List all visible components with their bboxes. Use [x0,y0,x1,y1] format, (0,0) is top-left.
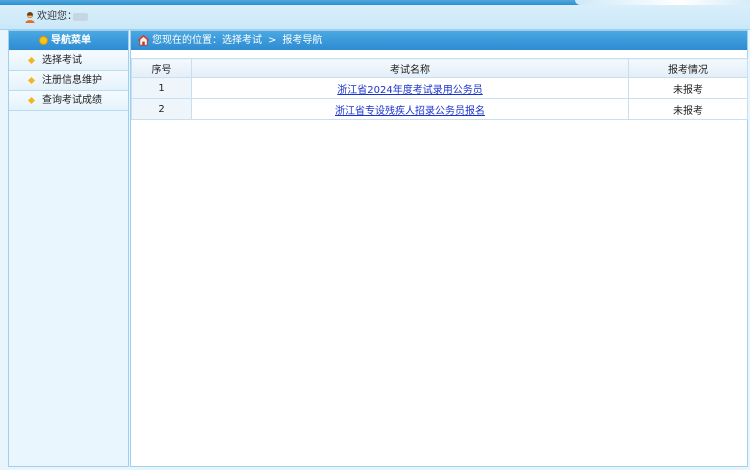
bullet-icon [27,96,36,105]
nav-menu-title: 导航菜单 [51,35,91,46]
row-index: 1 [131,77,192,99]
table-row: 1 浙江省2024年度考试录用公务员 未报考 [131,77,748,99]
breadcrumb-item-exam-nav: 报考导航 [282,35,323,46]
sidebar-item-label: 查询考试成绩 [42,95,102,106]
home-icon [138,35,149,46]
sidebar-item-exam-scores[interactable]: 查询考试成绩 [9,91,128,111]
row-index: 2 [131,98,192,120]
column-header-status: 报考情况 [628,58,748,78]
exam-link[interactable]: 浙江省2024年度考试录用公务员 [337,85,482,96]
user-icon [25,11,35,23]
welcome-label: 欢迎您： [37,11,77,22]
breadcrumb-separator: > [268,35,277,46]
table-header-row: 序号 考试名称 报考情况 [131,58,748,78]
exam-link[interactable]: 浙江省专设残疾人招录公务员报名 [335,106,485,117]
main-panel: 您现在的位置：选择考试 > 报考导航 序号 考试名称 报考情况 1 浙江省2024年… [130,30,748,467]
registration-status: 未报考 [628,77,748,99]
welcome-bar: 欢迎您： [0,5,750,30]
exam-name-cell: 浙江省2024年度考试录用公务员 [191,77,629,99]
sidebar-item-select-exam[interactable]: 选择考试 [9,51,128,71]
menu-icon [39,36,48,45]
table-row: 2 浙江省专设残疾人招录公务员报名 未报考 [131,98,748,120]
registration-status: 未报考 [628,98,748,120]
welcome-username-redacted [73,13,88,21]
breadcrumb-item-select-exam[interactable]: 选择考试 [222,35,262,46]
sidebar-item-registration-info[interactable]: 注册信息维护 [9,71,128,91]
column-header-index: 序号 [131,58,192,78]
exam-table: 序号 考试名称 报考情况 1 浙江省2024年度考试录用公务员 未报考 2 浙江… [131,58,748,120]
sidebar-item-label: 注册信息维护 [42,75,102,86]
sidebar-item-label: 选择考试 [42,55,82,66]
exam-name-cell: 浙江省专设残疾人招录公务员报名 [191,98,629,120]
breadcrumb-prefix: 您现在的位置： [152,35,222,46]
nav-menu-header: 导航菜单 [9,31,128,50]
breadcrumb: 您现在的位置：选择考试 > 报考导航 [131,31,747,50]
bullet-icon [27,76,36,85]
bullet-icon [27,56,36,65]
column-header-exam-name: 考试名称 [191,58,629,78]
breadcrumb-text: 您现在的位置：选择考试 > 报考导航 [152,35,322,46]
sidebar: 导航菜单 选择考试 注册信息维护 查询考试成绩 [8,30,129,467]
